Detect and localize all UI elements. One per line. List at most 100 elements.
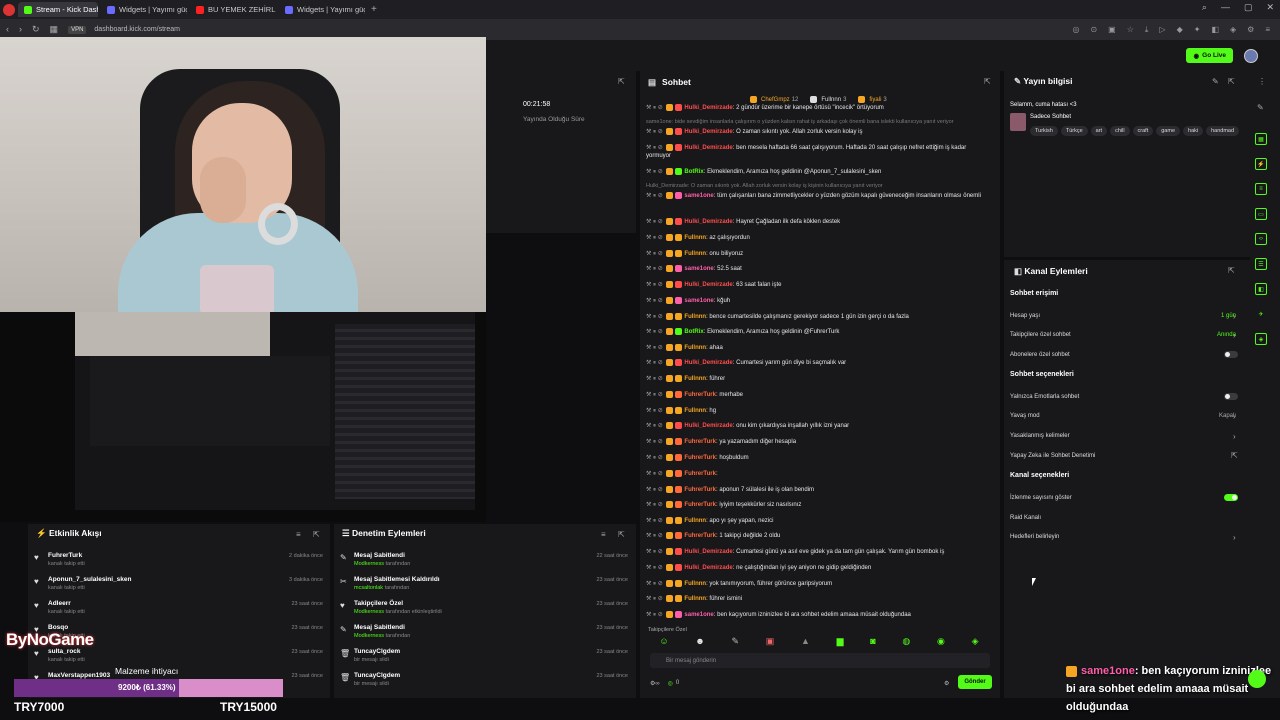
moderation-icons[interactable]: ⚒ ⏸ ⊘ [646,219,664,225]
vpn-badge[interactable]: VPN [68,25,87,34]
send-button[interactable]: Gönder [958,675,992,689]
download-icon[interactable]: ⤓ [1145,25,1149,35]
moderation-action[interactable]: Takipçilere Özel [354,600,403,607]
emote-icon[interactable]: ◉ [937,636,945,647]
moderation-icons[interactable]: ⚒ ⏸ ⊘ [646,129,664,135]
moderation-icons[interactable]: ⚒ ⏸ ⊘ [646,439,664,445]
moderation-icons[interactable]: ⚒ ⏸ ⊘ [646,360,664,366]
chat-message[interactable]: ⚒ ⏸ ⊘ BotRix: Ekmeklendim, Aramıza hoş g… [646,328,992,336]
moderation-icons[interactable]: ⚒ ⏸ ⊘ [646,105,664,111]
chat-message[interactable]: ⚒ ⏸ ⊘ Hulki_Demirzade: 63 saat falan işt… [646,281,992,289]
follower-name[interactable]: FuhrerTurk [48,552,82,559]
moderation-icons[interactable]: ⚒ ⏸ ⊘ [646,612,664,618]
sidebar-list-icon[interactable]: ≡ [1255,183,1267,195]
sidebar-widget-icon[interactable]: ▦ [1255,133,1267,145]
chat-message[interactable]: Hulki_Demirzade: O zaman sıkıntı yok. Al… [646,182,992,190]
chat-message[interactable]: ⚒ ⏸ ⊘ same1one: tüm çalışanları bana zim… [646,192,992,200]
moderation-icons[interactable]: ⚒ ⏸ ⊘ [646,251,664,257]
setting-row[interactable]: Yavaş mod [1010,413,1040,419]
minimize-button[interactable]: — [1221,2,1230,13]
chat-message[interactable]: ⚒ ⏸ ⊘ Hulki_Demirzade: onu kim çıkardıys… [646,422,992,430]
tag[interactable]: Turkish [1030,126,1058,136]
setting-row[interactable]: Yalnızca Emotlarla sohbet [1010,394,1079,400]
browser-tab[interactable]: Widgets | Yayımı güçlen [101,2,187,17]
emote-icon[interactable]: ▣ [766,636,775,647]
moderation-icons[interactable]: ⚒ ⏸ ⊘ [646,376,664,382]
chat-username[interactable]: Fullnnn [684,518,706,524]
moderation-icons[interactable]: ⚒ ⏸ ⊘ [646,235,664,241]
external-link-icon[interactable]: ⇱ [1231,451,1238,460]
chat-username[interactable]: Hulki_Demirzade [684,145,732,151]
chat-message[interactable]: ⚒ ⏸ ⊘ Fullnnn: führer ismini [646,595,992,603]
bookmark-icon[interactable]: ☆ [1127,25,1134,35]
emote-icon[interactable]: ◙ [870,636,875,647]
tag[interactable]: handmad [1206,126,1240,136]
sidebar-layers-icon[interactable]: ☰ [1255,258,1267,270]
follower-name[interactable]: MaxVerstappen1903 [48,672,110,679]
emote-icon[interactable]: ◍ [902,636,910,647]
setting-row[interactable]: İzlenme sayısını göster [1010,495,1072,501]
chat-username[interactable]: Fullnnn [684,345,706,351]
chat-username[interactable]: Hulki_Demirzade [684,219,732,225]
moderation-action[interactable]: Mesaj Sabitlendi [354,552,405,559]
emote-icon[interactable]: ▆ [837,636,844,647]
chat-message[interactable]: ⚒ ⏸ ⊘ Hulki_Demirzade: Cumartesi günü ya… [646,548,992,556]
chat-message[interactable]: ⚒ ⏸ ⊘ Fullnnn: ahaa [646,344,992,352]
chat-message[interactable]: ⚒ ⏸ ⊘ Fullnnn: az çalışıyordun [646,234,992,242]
tag[interactable]: Türkçe [1060,126,1088,136]
sidebar-shield-icon[interactable]: ◧ [1255,283,1267,295]
setting-row[interactable]: Yapay Zeka ile Sohbet Denetimi [1010,453,1095,459]
search-tabs-icon[interactable]: ⌕ [1202,2,1207,13]
moderation-icons[interactable]: ⚒ ⏸ ⊘ [646,193,664,199]
chevron-right-icon[interactable]: › [1233,533,1236,542]
extension-icon[interactable]: ◎ [1072,25,1079,35]
chat-username[interactable]: Fullnnn [684,408,706,414]
chat-username[interactable]: Fullnnn [684,251,706,257]
sidebar-code-icon[interactable]: ‹› [1255,233,1267,245]
tag[interactable]: art [1090,126,1108,136]
moderation-icons[interactable]: ⚒ ⏸ ⊘ [646,471,664,477]
chat-message[interactable]: ⚒ ⏸ ⊘ Fullnnn: yok tanımıyorum, führer g… [646,580,992,588]
edit-stream-icon[interactable]: ✎ [1212,77,1219,86]
wallet-icon[interactable]: ◈ [1230,25,1236,35]
pen-icon[interactable]: ✎ [1257,103,1264,112]
chat-message[interactable]: ⚒ ⏸ ⊘ Hulki_Demirzade: ben mesela haftad… [646,144,992,160]
chat-message[interactable]: ⚒ ⏸ ⊘ Fullnnn: hg [646,407,992,415]
back-icon[interactable]: ‹ [6,24,9,35]
sidebar-chat-icon[interactable]: ▭ [1255,208,1267,220]
chat-username[interactable]: Fullnnn [684,376,706,382]
moderation-icons[interactable]: ⚒ ⏸ ⊘ [646,314,664,320]
emote-icon[interactable]: ☺ [659,636,668,647]
chat-username[interactable]: FuhrerTurk [684,533,716,539]
browser-menu-icon[interactable] [3,3,15,16]
chat-username[interactable]: Hulki_Demirzade [684,105,732,111]
chat-input[interactable]: Bir mesaj gönderin [650,653,990,668]
moderation-icons[interactable]: ⚒ ⏸ ⊘ [646,423,664,429]
top-chatter[interactable]: Fullnnn 3 [810,96,846,103]
extension-icon[interactable]: ◧ [1211,25,1219,35]
moderation-icons[interactable]: ⚒ ⏸ ⊘ [646,596,664,602]
moderation-icons[interactable]: ⚒ ⏸ ⊘ [646,329,664,335]
emote-icon[interactable]: ◈ [972,636,979,647]
chat-username[interactable]: Fullnnn [684,596,706,602]
moderation-icons[interactable]: ⚒ ⏸ ⊘ [646,581,664,587]
settings-icon[interactable]: ⚙ [1247,25,1254,35]
moderation-icons[interactable]: ⚒ ⏸ ⊘ [646,282,664,288]
chat-username[interactable]: same1one [684,298,713,304]
chat-message[interactable]: ⚒ ⏸ ⊘ Fullnnn: bence cumartesilde çalışm… [646,313,992,321]
new-tab-button[interactable]: + [371,4,377,15]
chat-message[interactable]: ⚒ ⏸ ⊘ FuhrerTurk: ya yazamadım diğer hes… [646,438,992,446]
chat-username[interactable]: FuhrerTurk [684,455,716,461]
chat-message[interactable]: ⚒ ⏸ ⊘ FuhrerTurk: hoşbuldum [646,454,992,462]
chat-message[interactable]: ⚒ ⏸ ⊘ same1one: 52.5 saat [646,265,992,273]
extension-icon[interactable]: ✦ [1194,25,1201,35]
chat-username[interactable]: FuhrerTurk [684,471,716,477]
top-chatter[interactable]: fiyali 3 [858,96,887,103]
chat-username[interactable]: Hulki_Demirzade [684,360,732,366]
moderator-name[interactable]: mcsaltonlak [354,585,383,591]
chat-message[interactable]: ⚒ ⏸ ⊘ Hulki_Demirzade: Hayret Çağladan i… [646,218,992,226]
moderator-name[interactable]: Modkerness [354,609,384,615]
moderation-icons[interactable]: ⚒ ⏸ ⊘ [646,169,664,175]
chat-username[interactable]: FuhrerTurk [684,392,716,398]
toggle-switch[interactable] [1224,351,1238,358]
